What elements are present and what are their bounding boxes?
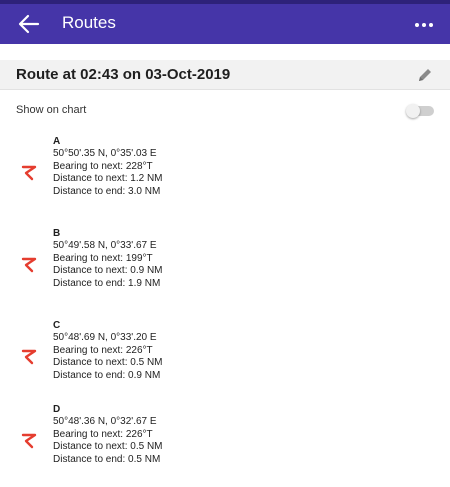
- waypoint-distance-next: Distance to next: 1.2 NM: [53, 173, 163, 184]
- waypoint-distance-end: Distance to end: 0.5 NM: [53, 453, 161, 465]
- waypoint-name: B: [53, 228, 61, 239]
- waypoint-turn-icon: [21, 433, 37, 449]
- waypoint-item-c[interactable]: C 50°48'.69 N, 0°33'.20 E Bearing to nex…: [0, 320, 450, 400]
- waypoint-name: D: [53, 404, 61, 415]
- waypoint-distance-end: Distance to end: 3.0 NM: [53, 185, 161, 197]
- waypoint-position: 50°49'.58 N, 0°33'.67 E: [53, 240, 157, 251]
- waypoint-position: 50°48'.36 N, 0°32'.67 E: [53, 416, 157, 427]
- waypoint-bearing: Bearing to next: 226°T: [53, 428, 153, 440]
- page-title: Routes: [62, 13, 116, 32]
- back-button[interactable]: [18, 12, 40, 36]
- waypoint-item-d[interactable]: D 50°48'.36 N, 0°32'.67 E Bearing to nex…: [0, 404, 450, 484]
- waypoint-turn-icon: [21, 257, 37, 273]
- route-header: Route at 02:43 on 03-Oct-2019: [0, 60, 450, 90]
- waypoint-details: A 50°50'.35 N, 0°35'.03 E Bearing to nex…: [53, 136, 163, 198]
- waypoint-name: A: [53, 136, 61, 147]
- arrow-left-icon: [18, 14, 40, 34]
- waypoint-distance-next: Distance to next: 0.9 NM: [53, 265, 163, 276]
- waypoint-distance-end: Distance to end: 1.9 NM: [53, 277, 161, 289]
- waypoint-position: 50°48'.69 N, 0°33'.20 E: [53, 332, 157, 343]
- waypoint-position: 50°50'.35 N, 0°35'.03 E: [53, 148, 157, 159]
- waypoint-turn-icon: [21, 349, 37, 365]
- app-bar: Routes: [0, 0, 450, 44]
- edit-route-button[interactable]: [416, 66, 434, 84]
- more-options-button[interactable]: [412, 12, 436, 36]
- toggle-thumb: [406, 104, 420, 118]
- waypoint-bearing: Bearing to next: 228°T: [53, 160, 153, 172]
- waypoint-bearing: Bearing to next: 226°T: [53, 344, 153, 356]
- waypoint-distance-next: Distance to next: 0.5 NM: [53, 441, 163, 452]
- waypoint-details: B 50°49'.58 N, 0°33'.67 E Bearing to nex…: [53, 228, 163, 290]
- waypoint-distance-next: Distance to next: 0.5 NM: [53, 357, 163, 368]
- show-on-chart-label: Show on chart: [16, 104, 87, 116]
- waypoint-details: C 50°48'.69 N, 0°33'.20 E Bearing to nex…: [53, 320, 163, 382]
- route-title: Route at 02:43 on 03-Oct-2019: [16, 66, 231, 83]
- pencil-icon: [419, 69, 431, 81]
- show-on-chart-row: Show on chart: [0, 98, 450, 128]
- waypoint-distance-end: Distance to end: 0.9 NM: [53, 369, 161, 381]
- waypoint-details: D 50°48'.36 N, 0°32'.67 E Bearing to nex…: [53, 404, 163, 466]
- show-on-chart-toggle[interactable]: [406, 104, 436, 118]
- more-horizontal-icon: [415, 23, 433, 27]
- waypoint-bearing: Bearing to next: 199°T: [53, 252, 153, 264]
- waypoint-name: C: [53, 320, 61, 331]
- waypoint-turn-icon: [21, 165, 37, 181]
- waypoint-item-a[interactable]: A 50°50'.35 N, 0°35'.03 E Bearing to nex…: [0, 136, 450, 216]
- waypoint-item-b[interactable]: B 50°49'.58 N, 0°33'.67 E Bearing to nex…: [0, 228, 450, 308]
